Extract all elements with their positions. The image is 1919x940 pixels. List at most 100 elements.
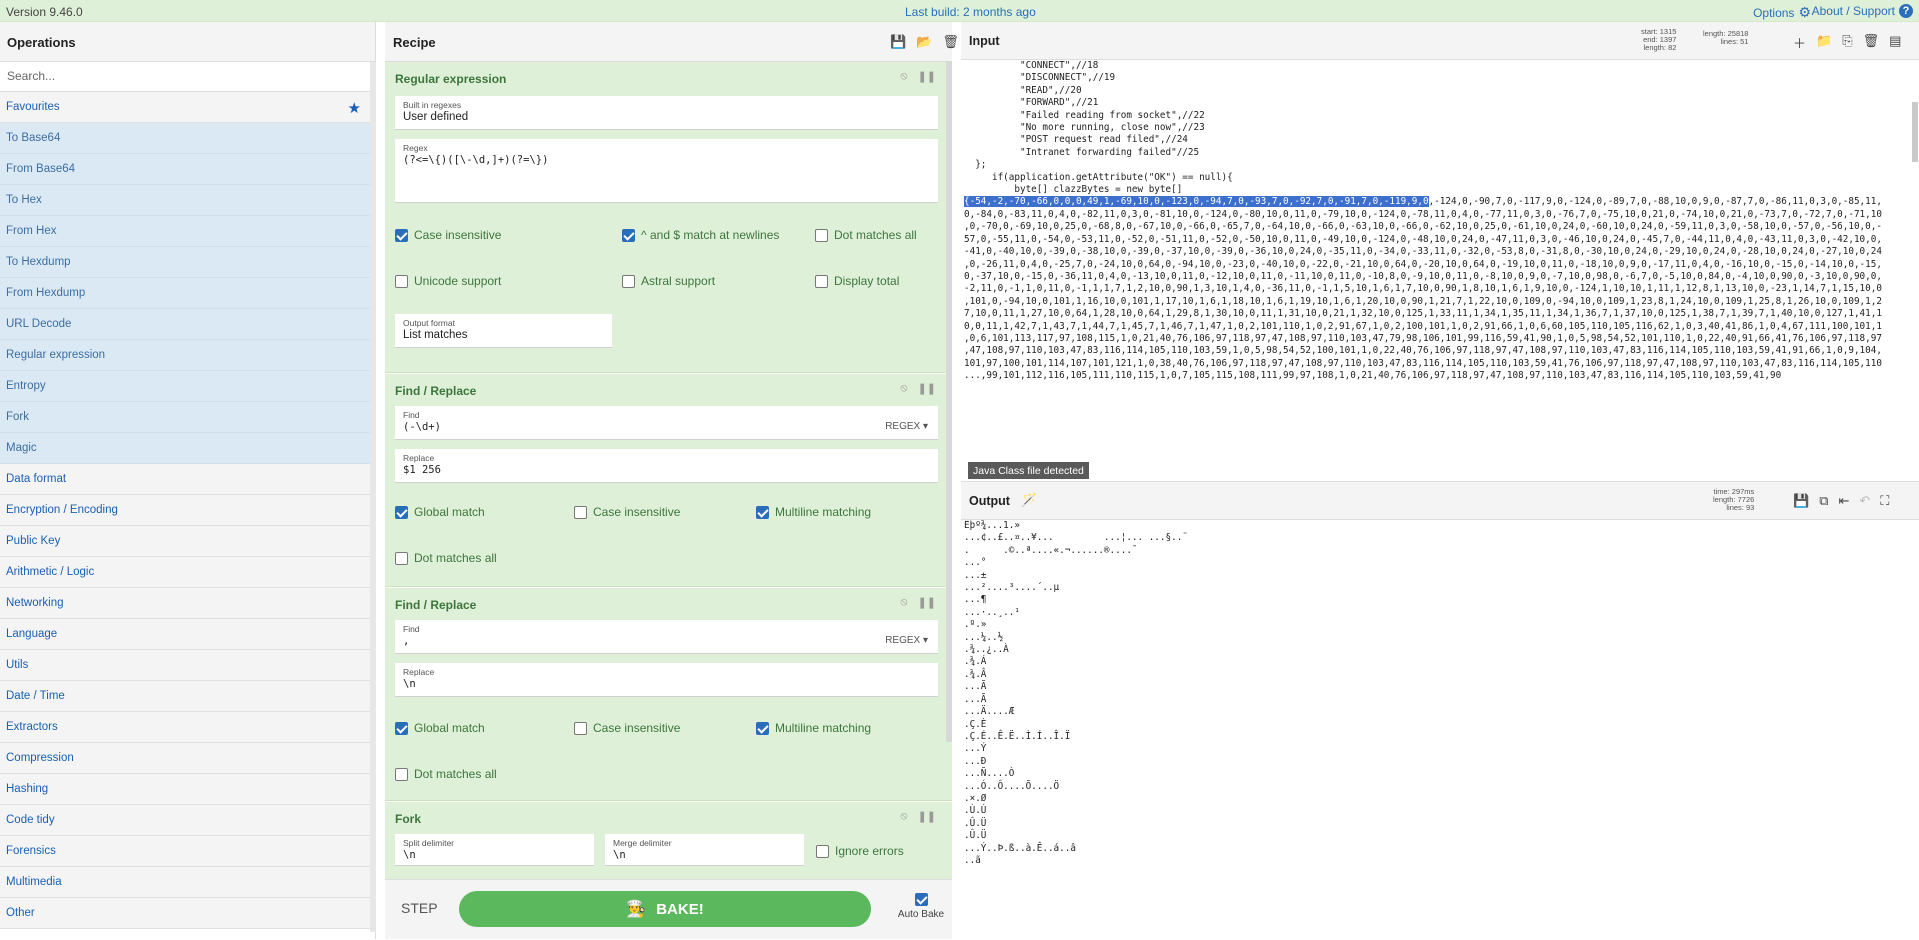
input-line: "CONNECT",//18 — [964, 60, 1099, 71]
input-line: 0,-37,10,0,-15,0,-36,11,0,4,0,-13,10,0,1… — [964, 270, 1882, 282]
save-icon[interactable]: 💾 — [1793, 493, 1809, 509]
disable-icon[interactable]: ⦸ — [900, 382, 907, 395]
dot-matches-all-checkbox[interactable]: Dot matches all — [395, 551, 497, 565]
disable-icon[interactable]: ⦸ — [900, 810, 907, 823]
merge-delimiter-field[interactable]: Merge delimiter \n — [605, 834, 804, 866]
output-line: ...¼..½ — [964, 631, 1004, 643]
step-button[interactable]: STEP — [401, 900, 438, 916]
input-line: ,0,6,101,113,117,97,108,115,1,0,21,40,76… — [964, 332, 1882, 344]
operation-item[interactable]: From Hex — [0, 216, 375, 247]
category-item[interactable]: Multimedia — [0, 867, 375, 898]
output-format-select[interactable]: Output format List matches — [395, 314, 612, 348]
dot-matches-all-checkbox[interactable]: Dot matches all — [815, 228, 917, 242]
clear-icon[interactable]: 🗑 — [1863, 33, 1880, 52]
operation-item[interactable]: Regular expression — [0, 340, 375, 371]
output-title: Output — [969, 494, 1010, 508]
pause-icon[interactable]: ❚❚ — [918, 596, 936, 609]
category-item[interactable]: Extractors — [0, 712, 375, 743]
input-line: "POST request read filed",//24 — [964, 134, 1188, 146]
replace-input-icon[interactable]: ⇤ — [1838, 493, 1849, 509]
category-item[interactable]: Utils — [0, 650, 375, 681]
maximise-icon[interactable]: ⛶ — [1880, 493, 1889, 509]
input-textarea[interactable]: "CONNECT",//18 "DISCONNECT",//19 "READ",… — [964, 60, 1909, 477]
find-type-dropdown[interactable]: REGEX ▾ — [885, 635, 928, 646]
magic-badge[interactable]: Java Class file detected — [968, 462, 1089, 479]
search-input[interactable]: Search... — [0, 62, 375, 92]
replace-field[interactable]: Replace $1 256 — [395, 449, 938, 483]
operation-item[interactable]: Magic — [0, 433, 375, 464]
layout-icon[interactable]: ▤ — [1889, 33, 1901, 52]
pause-icon[interactable]: ❚❚ — [918, 70, 936, 83]
input-line: 101,97,100,101,114,107,101,121,1,0,38,40… — [964, 357, 1882, 369]
find-type-dropdown[interactable]: REGEX ▾ — [885, 421, 928, 432]
magic-wand-icon[interactable]: 🪄 — [1021, 492, 1037, 508]
multiline-matching-checkbox[interactable]: Multiline matching — [756, 721, 871, 735]
folder-icon[interactable]: 📂 — [916, 34, 932, 50]
auto-bake-checkbox[interactable] — [914, 893, 928, 906]
builtin-regex-select[interactable]: Built in regexes User defined — [395, 96, 938, 130]
operation-item[interactable]: Entropy — [0, 371, 375, 402]
category-item[interactable]: Language — [0, 619, 375, 650]
category-item[interactable]: Date / Time — [0, 681, 375, 712]
operation-item[interactable]: URL Decode — [0, 309, 375, 340]
category-item[interactable]: Code tidy — [0, 805, 375, 836]
ignore-errors-checkbox[interactable]: Ignore errors — [816, 844, 904, 858]
trash-icon[interactable]: 🗑 — [942, 34, 959, 50]
astral-support-checkbox[interactable]: Astral support — [622, 274, 715, 288]
bake-button[interactable]: 👨‍🍳 BAKE! — [459, 891, 871, 927]
save-icon[interactable]: 💾 — [890, 34, 906, 50]
add-tab-icon[interactable]: ＋ — [1793, 33, 1806, 52]
global-match-checkbox[interactable]: Global match — [395, 721, 485, 735]
open-file-icon[interactable]: ⎘ — [1842, 33, 1852, 52]
selection-stats: start: 1315 end: 1397 length: 82 — [1641, 27, 1677, 52]
operation-item[interactable]: From Base64 — [0, 154, 375, 185]
multiline-checkbox[interactable]: ^ and $ match at newlines — [622, 228, 779, 242]
pause-icon[interactable]: ❚❚ — [918, 810, 936, 823]
last-build-link[interactable]: Last build: 2 months ago — [905, 5, 1036, 19]
output-line: ...Ã — [964, 681, 987, 693]
auto-bake-toggle[interactable]: Auto Bake — [895, 891, 947, 920]
recipe-list: Regular expression ⦸ ❚❚ Built in regexes … — [385, 62, 952, 879]
find-field[interactable]: Find (-\d+) REGEX ▾ — [395, 406, 938, 440]
case-insensitive-checkbox[interactable]: Case insensitive — [574, 505, 680, 519]
recipe-scrollbar[interactable] — [946, 62, 952, 742]
category-item[interactable]: Arithmetic / Logic — [0, 557, 375, 588]
regex-field[interactable]: Regex (?<=\{)([\-\d,]+)(?=\}) — [395, 139, 938, 203]
find-field[interactable]: Find , REGEX ▾ — [395, 620, 938, 654]
about-support-link[interactable]: About / Support ? — [1812, 4, 1913, 18]
copy-icon[interactable]: ⧉ — [1819, 493, 1828, 509]
dot-matches-all-checkbox[interactable]: Dot matches all — [395, 767, 497, 781]
category-item[interactable]: Hashing — [0, 774, 375, 805]
undo-icon[interactable]: ↶ — [1859, 493, 1870, 509]
category-item[interactable]: Other — [0, 898, 375, 929]
options-link[interactable]: Options ⚙ — [1753, 4, 1811, 21]
operation-item[interactable]: Fork — [0, 402, 375, 433]
disable-icon[interactable]: ⦸ — [900, 596, 907, 609]
operation-item[interactable]: To Hexdump — [0, 247, 375, 278]
operations-scrollbar[interactable] — [370, 62, 376, 932]
replace-field[interactable]: Replace \n — [395, 663, 938, 697]
category-item[interactable]: Encryption / Encoding — [0, 495, 375, 526]
pause-icon[interactable]: ❚❚ — [918, 382, 936, 395]
split-delimiter-field[interactable]: Split delimiter \n — [395, 834, 594, 866]
case-insensitive-checkbox[interactable]: Case insensitive — [574, 721, 680, 735]
open-folder-icon[interactable]: 📁 — [1816, 33, 1832, 52]
output-textarea[interactable]: Êþº¾...1.» ...¢..£..¤..¥... ...¦... ...§.… — [964, 520, 1909, 940]
global-match-checkbox[interactable]: Global match — [395, 505, 485, 519]
display-total-checkbox[interactable]: Display total — [815, 274, 899, 288]
category-item[interactable]: Public Key — [0, 526, 375, 557]
category-favourites[interactable]: Favourites ★ — [0, 92, 375, 123]
input-header: Input start: 1315 end: 1397 length: 82 l… — [961, 22, 1919, 60]
case-insensitive-checkbox[interactable]: Case insensitive — [395, 228, 501, 242]
operation-item[interactable]: From Hexdump — [0, 278, 375, 309]
operation-item[interactable]: To Hex — [0, 185, 375, 216]
multiline-matching-checkbox[interactable]: Multiline matching — [756, 505, 871, 519]
category-item[interactable]: Forensics — [0, 836, 375, 867]
category-item[interactable]: Networking — [0, 588, 375, 619]
operation-item[interactable]: To Base64 — [0, 123, 375, 154]
category-item[interactable]: Compression — [0, 743, 375, 774]
unicode-support-checkbox[interactable]: Unicode support — [395, 274, 501, 288]
disable-icon[interactable]: ⦸ — [900, 70, 907, 83]
category-item[interactable]: Data format — [0, 464, 375, 495]
input-scrollbar[interactable] — [1912, 102, 1918, 162]
